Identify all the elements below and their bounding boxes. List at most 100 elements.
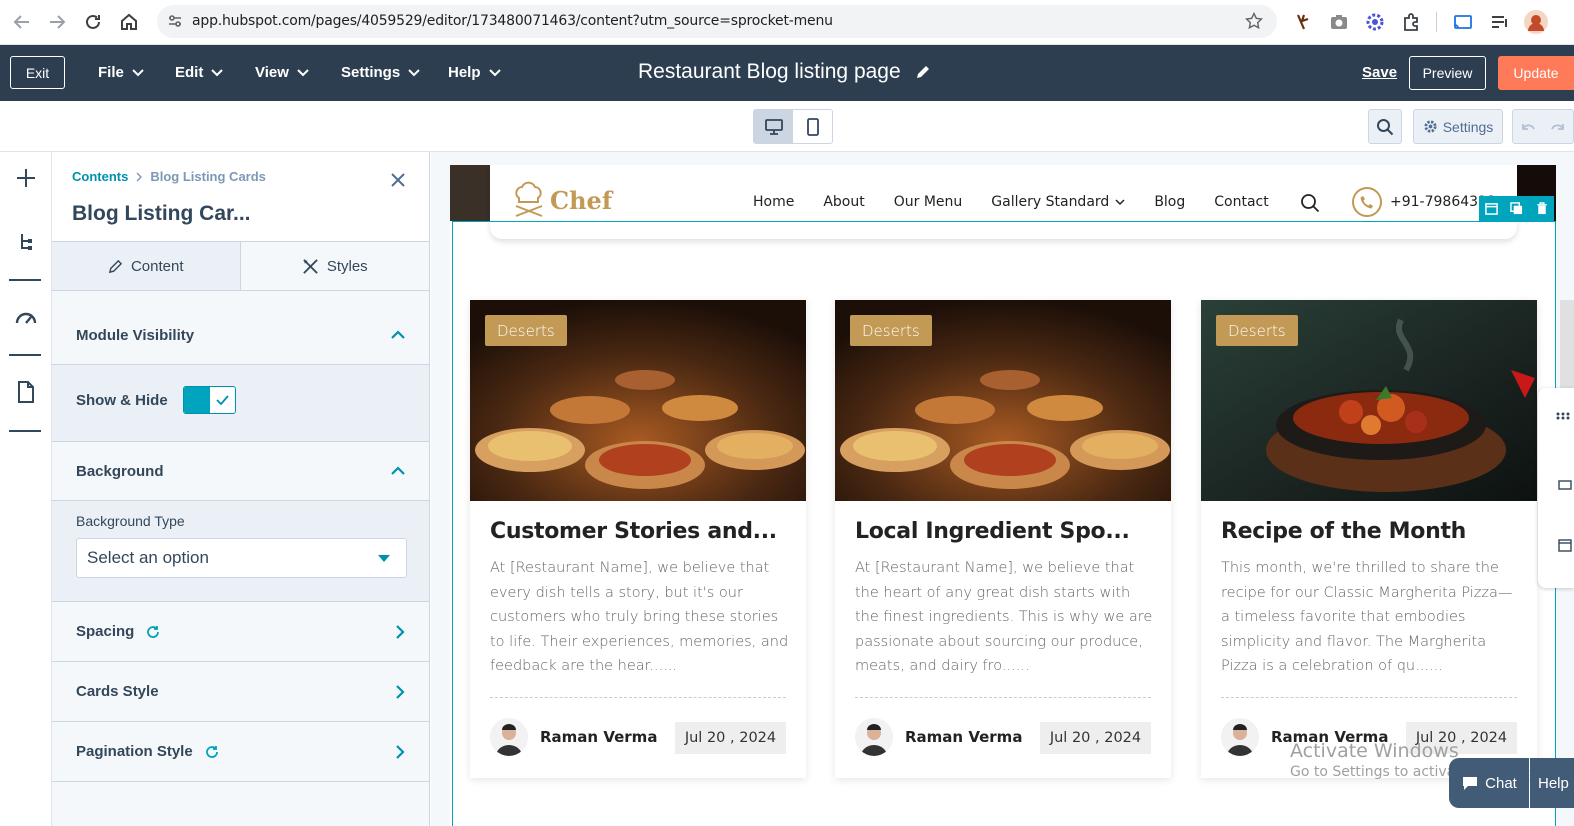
- desktop-view-button[interactable]: [754, 110, 793, 143]
- site-phone[interactable]: +91-79864323: [1352, 187, 1496, 217]
- blog-card[interactable]: Deserts Local Ingredient Spo... At [Rest…: [835, 300, 1171, 778]
- blog-card-image[interactable]: Deserts: [470, 300, 806, 501]
- gear-icon: [1423, 119, 1438, 134]
- nav-gallery-standard[interactable]: Gallery Standard: [991, 194, 1125, 210]
- media-queue-icon[interactable]: [1489, 11, 1511, 33]
- site-logo[interactable]: Chef: [510, 180, 612, 220]
- blog-card-title[interactable]: Recipe of the Month: [1221, 519, 1466, 544]
- nav-gallery-label: Gallery Standard: [991, 194, 1110, 210]
- section-module-visibility[interactable]: Module Visibility: [52, 291, 429, 365]
- menu-help-label: Help: [448, 64, 481, 81]
- section-background[interactable]: Background: [52, 442, 429, 501]
- layout-tree-icon[interactable]: [14, 230, 38, 254]
- blog-card-excerpt: This month, we're thrilled to share the …: [1221, 560, 1513, 674]
- preview-button[interactable]: Preview: [1409, 56, 1486, 90]
- section-cards-style[interactable]: Cards Style: [52, 662, 429, 722]
- menu-settings[interactable]: Settings: [341, 64, 420, 81]
- background-type-select[interactable]: Select an option: [76, 538, 407, 578]
- page-title[interactable]: Restaurant Blog listing page: [638, 60, 931, 84]
- menu-edit[interactable]: Edit: [175, 64, 224, 81]
- nav-about[interactable]: About: [823, 194, 864, 210]
- trash-icon[interactable]: [1529, 196, 1554, 221]
- tab-content[interactable]: Content: [52, 242, 241, 290]
- section-spacing[interactable]: Spacing: [52, 602, 429, 662]
- update-button[interactable]: Update: [1498, 56, 1574, 90]
- extension-gear-icon[interactable]: [1364, 11, 1386, 33]
- nav-blog[interactable]: Blog: [1154, 194, 1185, 210]
- chat-button[interactable]: Chat: [1449, 758, 1529, 808]
- duplicate-icon[interactable]: [1504, 196, 1529, 221]
- section-label: Module Visibility: [76, 327, 195, 344]
- show-hide-label: Show & Hide: [76, 392, 168, 409]
- blog-card[interactable]: Deserts Customer Stories and... At [Rest…: [470, 300, 806, 778]
- mobile-view-button[interactable]: [793, 110, 832, 143]
- refresh-icon: [205, 745, 219, 759]
- tab-styles[interactable]: Styles: [240, 242, 429, 290]
- category-tag[interactable]: Deserts: [850, 315, 932, 346]
- search-button[interactable]: [1368, 109, 1402, 144]
- category-tag[interactable]: Deserts: [485, 315, 567, 346]
- section-pagination-style[interactable]: Pagination Style: [52, 722, 429, 782]
- blog-card-image[interactable]: Deserts: [835, 300, 1171, 501]
- nav-contact[interactable]: Contact: [1214, 194, 1268, 210]
- extensions-puzzle-icon[interactable]: [1400, 11, 1422, 33]
- section-label: Pagination Style: [76, 743, 193, 760]
- background-panel: Background Type Select an option: [52, 501, 429, 602]
- camera-icon[interactable]: [1328, 11, 1350, 33]
- breadcrumb-current: Blog Listing Cards: [150, 169, 266, 184]
- blog-card[interactable]: Deserts Recipe of the Month This month, …: [1201, 300, 1537, 778]
- menu-view[interactable]: View: [255, 64, 309, 81]
- pencil-icon[interactable]: [915, 64, 931, 80]
- menu-file[interactable]: File: [98, 64, 144, 81]
- show-hide-toggle[interactable]: [183, 386, 236, 414]
- blog-card-image[interactable]: Deserts: [1201, 300, 1537, 501]
- right-floating-panel[interactable]: [1538, 388, 1574, 588]
- avatar: [490, 718, 528, 756]
- refresh-icon: [146, 625, 160, 639]
- add-icon[interactable]: [14, 166, 38, 190]
- desktop-icon: [764, 118, 783, 135]
- grid-dots-icon: [1556, 412, 1570, 420]
- nav-home[interactable]: Home: [753, 194, 794, 210]
- chevron-down-icon: [132, 68, 144, 77]
- screen-icon: [1558, 480, 1572, 492]
- save-button[interactable]: Save: [1362, 64, 1397, 81]
- tab-content-label: Content: [130, 257, 184, 275]
- menu-help[interactable]: Help: [448, 64, 501, 81]
- blog-card-excerpt: At [Restaurant Name], we believe that ev…: [490, 560, 789, 674]
- search-icon: [1376, 118, 1394, 136]
- breadcrumb-contents-link[interactable]: Contents: [72, 169, 128, 184]
- blog-card-title[interactable]: Local Ingredient Spo...: [855, 519, 1130, 544]
- exit-button[interactable]: Exit: [10, 56, 65, 89]
- profile-avatar-icon[interactable]: [1524, 10, 1548, 34]
- address-bar[interactable]: app.hubspot.com/pages/4059529/editor/173…: [157, 5, 1277, 38]
- close-icon[interactable]: [390, 172, 406, 188]
- category-tag[interactable]: Deserts: [1216, 315, 1298, 346]
- bookmark-star-icon[interactable]: [1245, 12, 1263, 30]
- undo-icon[interactable]: [1520, 121, 1536, 133]
- blog-card-title[interactable]: Customer Stories and...: [490, 519, 777, 544]
- back-arrow-icon[interactable]: [11, 11, 33, 33]
- brush-ruler-icon: [302, 258, 319, 275]
- settings-button[interactable]: Settings: [1413, 109, 1503, 144]
- forward-arrow-icon[interactable]: [46, 11, 68, 33]
- browser-toolbar: app.hubspot.com/pages/4059529/editor/173…: [0, 0, 1574, 45]
- redo-icon[interactable]: [1550, 121, 1566, 133]
- home-icon[interactable]: [118, 11, 140, 33]
- cast-icon[interactable]: [1452, 11, 1474, 33]
- nav-our-menu[interactable]: Our Menu: [894, 194, 963, 210]
- calendar-icon[interactable]: [1479, 196, 1504, 221]
- chevron-down-icon: [488, 68, 501, 77]
- page-document-icon[interactable]: [14, 380, 38, 404]
- reload-icon[interactable]: [82, 11, 104, 33]
- extension-pen-icon[interactable]: [1292, 11, 1314, 33]
- chef-hat-icon: [510, 180, 548, 220]
- optimize-gauge-icon[interactable]: [14, 306, 38, 330]
- page-preview-canvas: Chef Home About Our Menu Gallery Standar…: [431, 152, 1574, 826]
- help-button[interactable]: Help: [1530, 758, 1574, 808]
- hero-background-left: [450, 165, 490, 221]
- site-info-icon[interactable]: [167, 13, 183, 29]
- blog-card-author: Raman Verma: [490, 718, 657, 756]
- module-sidebar: Contents Blog Listing Cards Blog Listing…: [52, 152, 430, 826]
- search-icon[interactable]: [1300, 193, 1320, 213]
